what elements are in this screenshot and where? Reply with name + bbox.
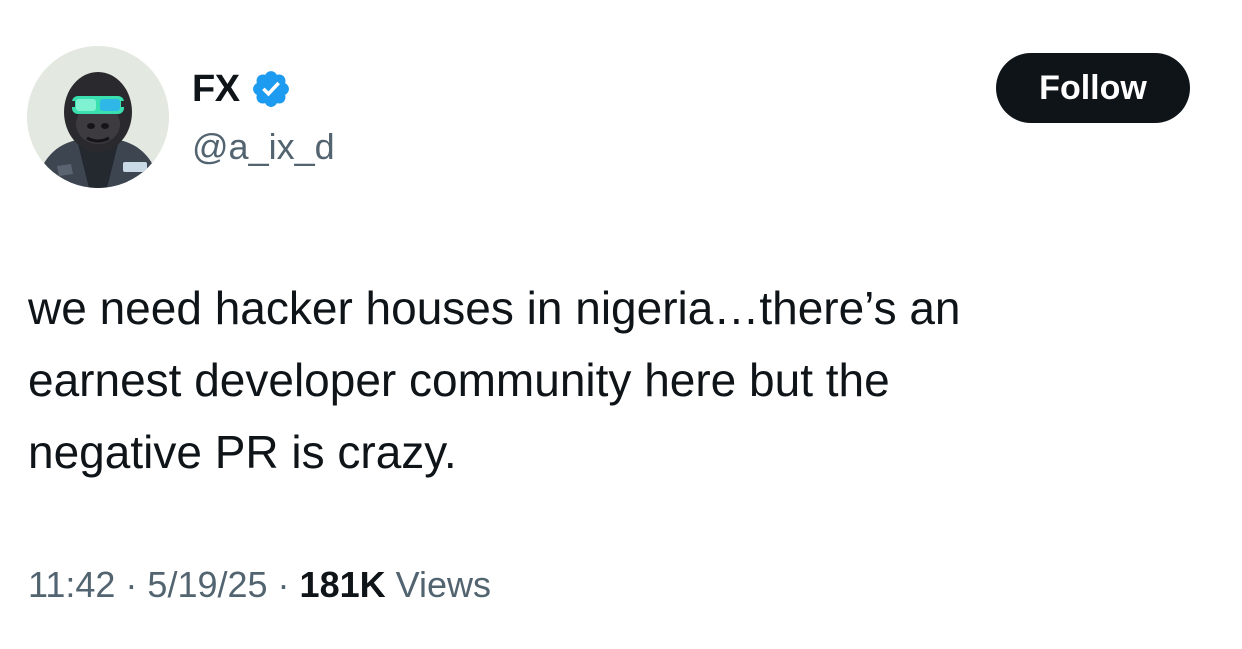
display-name[interactable]: FX	[192, 68, 240, 111]
meta-separator: ·	[125, 564, 138, 605]
tweet-time[interactable]: 11:42	[28, 564, 115, 606]
author-handle[interactable]: @a_ix_d	[192, 126, 335, 168]
verified-badge-icon	[252, 71, 289, 107]
author-name-row[interactable]: FX	[192, 64, 292, 114]
meta-separator: ·	[277, 564, 290, 605]
avatar[interactable]	[27, 46, 169, 188]
tweet-card: FX @a_ix_d Follow we need hacker houses …	[0, 0, 1242, 649]
tweet-text: we need hacker houses in nigeria…there’s…	[28, 272, 1208, 488]
views-label[interactable]: Views	[396, 564, 491, 606]
follow-button[interactable]: Follow	[996, 53, 1190, 123]
tweet-text-line: earnest developer community here but the	[28, 354, 890, 406]
tweet-meta: 11:42 · 5/19/25 · 181K Views	[28, 564, 491, 606]
tweet-date[interactable]: 5/19/25	[147, 564, 267, 606]
tweet-text-line: negative PR is crazy.	[28, 426, 457, 478]
tweet-text-line: we need hacker houses in nigeria…there’s…	[28, 282, 961, 334]
views-count[interactable]: 181K	[300, 564, 386, 606]
gorilla-avatar-icon	[27, 46, 169, 188]
